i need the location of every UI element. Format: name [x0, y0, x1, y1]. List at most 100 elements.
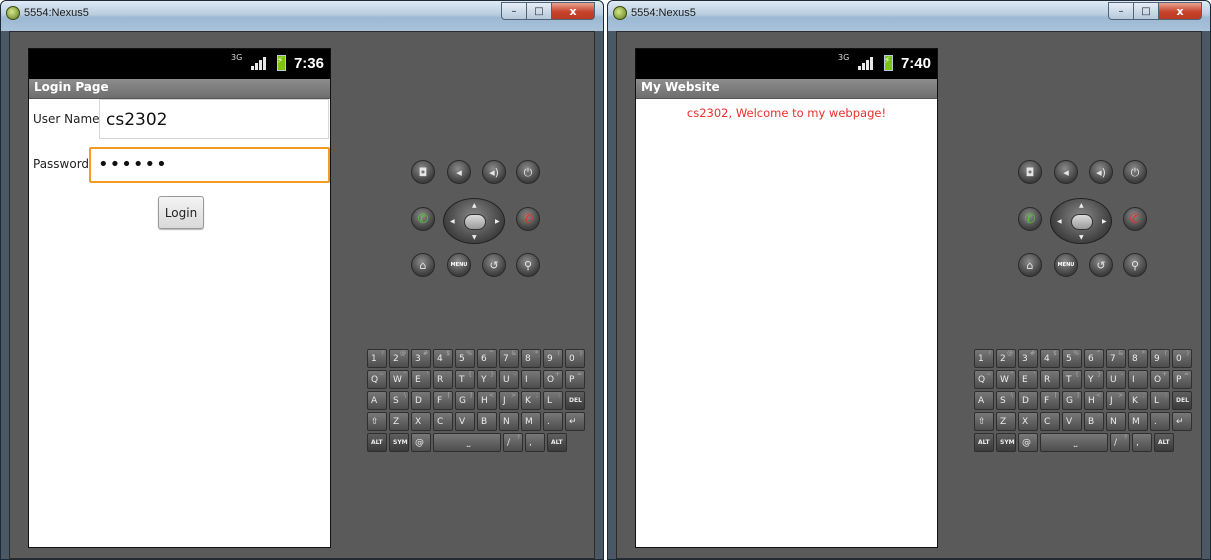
key-v[interactable]: V [1062, 412, 1082, 431]
dpad-down-icon[interactable]: ▼ [472, 234, 477, 241]
key-.[interactable]: . [1150, 412, 1170, 431]
key-z[interactable]: Z [389, 412, 409, 431]
minimize-button[interactable]: – [501, 2, 527, 20]
key-i[interactable]: I [1128, 370, 1148, 389]
key-p[interactable]: P = [1172, 370, 1192, 389]
close-button[interactable]: x [552, 2, 595, 20]
key-l[interactable]: L: [1150, 391, 1170, 410]
key-space[interactable]: ⎵ [433, 433, 501, 452]
key-⇧[interactable]: ⇧ [367, 412, 387, 431]
power-icon[interactable]: ⏻ [1123, 160, 1147, 184]
key-k[interactable]: K; [1128, 391, 1148, 410]
volume-down-icon[interactable]: ◂ [1054, 160, 1078, 184]
key-d[interactable]: D [411, 391, 431, 410]
key-q[interactable]: Q ~ [974, 370, 994, 389]
key-i[interactable]: I [521, 370, 541, 389]
key-n[interactable]: N [1106, 412, 1126, 431]
key-k[interactable]: K; [521, 391, 541, 410]
key-f[interactable]: F[ [1040, 391, 1060, 410]
dpad-left-icon[interactable]: ◀ [450, 218, 455, 225]
back-icon[interactable]: ↺ [482, 253, 506, 277]
key-sym[interactable]: SYM [389, 433, 409, 452]
key-h[interactable]: H < [477, 391, 497, 410]
key-w[interactable]: W " [389, 370, 409, 389]
key-3[interactable]: 3 # [411, 349, 431, 368]
search-icon[interactable]: ⚲ [516, 253, 540, 277]
key-6[interactable]: 6 ^ [477, 349, 497, 368]
key-t[interactable]: T{ [1062, 370, 1082, 389]
password-input[interactable]: •••••• [89, 147, 330, 183]
key-space[interactable]: ⎵ [1040, 433, 1108, 452]
key-2[interactable]: 2 @ [389, 349, 409, 368]
key-u[interactable]: U- [499, 370, 519, 389]
call-icon[interactable]: ✆ [411, 207, 435, 231]
key-.[interactable]: . [543, 412, 563, 431]
dpad-left-icon[interactable]: ◀ [1057, 218, 1062, 225]
key-@[interactable]: @ [411, 433, 431, 452]
key-del[interactable]: DEL [1172, 391, 1192, 410]
key-l[interactable]: L: [543, 391, 563, 410]
title-bar[interactable]: 5554:Nexus5 – □ x [608, 1, 1210, 31]
key-s[interactable]: S \ [996, 391, 1016, 410]
key-w[interactable]: W " [996, 370, 1016, 389]
key-7[interactable]: 7 & [1106, 349, 1126, 368]
key-o[interactable]: O + [1150, 370, 1170, 389]
maximize-button[interactable]: □ [527, 2, 552, 20]
home-icon[interactable]: ⌂ [1018, 253, 1042, 277]
key-⇧[interactable]: ⇧ [974, 412, 994, 431]
dpad-right-icon[interactable]: ▶ [1102, 218, 1107, 225]
key-c[interactable]: C [1040, 412, 1060, 431]
key-alt[interactable]: ALT [1154, 433, 1174, 452]
call-icon[interactable]: ✆ [1018, 207, 1042, 231]
key-u[interactable]: U- [1106, 370, 1126, 389]
key-q[interactable]: Q ~ [367, 370, 387, 389]
key-x[interactable]: X [1018, 412, 1038, 431]
end-call-icon[interactable]: ✆ [1123, 207, 1147, 231]
key-,[interactable]: , [1132, 433, 1152, 452]
key-2[interactable]: 2 @ [996, 349, 1016, 368]
volume-down-icon[interactable]: ◂ [447, 160, 471, 184]
key-alt[interactable]: ALT [547, 433, 567, 452]
key-@[interactable]: @ [1018, 433, 1038, 452]
key-y[interactable]: Y} [1084, 370, 1104, 389]
key-5[interactable]: 5% [1062, 349, 1082, 368]
key-,[interactable]: , [525, 433, 545, 452]
key-m[interactable]: M [521, 412, 541, 431]
key-/[interactable]: /? [503, 433, 523, 452]
key-e[interactable]: E ' [1018, 370, 1038, 389]
key-0[interactable]: 0) [565, 349, 585, 368]
key-alt[interactable]: ALT [974, 433, 994, 452]
key-a[interactable]: A [367, 391, 387, 410]
dpad-center-button[interactable] [464, 214, 486, 230]
volume-up-icon[interactable]: ◂) [482, 160, 506, 184]
username-input[interactable]: cs2302 [99, 99, 329, 139]
key-r[interactable]: R [1040, 370, 1060, 389]
key-9[interactable]: 9( [543, 349, 563, 368]
key-n[interactable]: N [499, 412, 519, 431]
key-b[interactable]: B [477, 412, 497, 431]
camera-icon[interactable]: ◘ [411, 160, 435, 184]
key-4[interactable]: 4 $ [1040, 349, 1060, 368]
title-bar[interactable]: 5554:Nexus5 – □ x [1, 1, 603, 31]
key-b[interactable]: B [1084, 412, 1104, 431]
key-t[interactable]: T{ [455, 370, 475, 389]
back-icon[interactable]: ↺ [1089, 253, 1113, 277]
key-h[interactable]: H < [1084, 391, 1104, 410]
key-8[interactable]: 8 * [521, 349, 541, 368]
power-icon[interactable]: ⏻ [516, 160, 540, 184]
key-y[interactable]: Y} [477, 370, 497, 389]
key-j[interactable]: J > [499, 391, 519, 410]
key-8[interactable]: 8 * [1128, 349, 1148, 368]
key-alt[interactable]: ALT [367, 433, 387, 452]
menu-icon[interactable]: MENU [1054, 253, 1078, 277]
key-j[interactable]: J > [1106, 391, 1126, 410]
key-c[interactable]: C [433, 412, 453, 431]
key-1[interactable]: 1! [367, 349, 387, 368]
key-9[interactable]: 9( [1150, 349, 1170, 368]
dpad-center-button[interactable] [1071, 214, 1093, 230]
key-a[interactable]: A [974, 391, 994, 410]
dpad[interactable]: ▲ ▼ ◀ ▶ [443, 198, 505, 244]
dpad-down-icon[interactable]: ▼ [1079, 234, 1084, 241]
maximize-button[interactable]: □ [1134, 2, 1159, 20]
key-o[interactable]: O + [543, 370, 563, 389]
